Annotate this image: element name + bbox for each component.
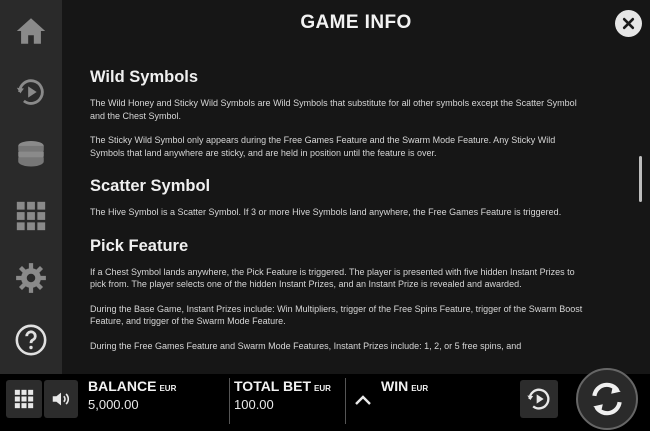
autoplay-icon [16, 79, 44, 105]
divider [229, 378, 230, 424]
win-label: WIN [381, 378, 409, 394]
section-paragraph: The Sticky Wild Symbol only appears duri… [90, 135, 556, 158]
settings-button[interactable] [11, 258, 51, 298]
total-bet-value: 100.00 [234, 397, 274, 412]
section-heading: Wild Symbols [90, 68, 199, 86]
menu-grid-icon [14, 389, 34, 409]
section-pick-feature: Pick Feature If a Chest Symbol lands any… [90, 237, 586, 353]
total-bet-display: TOTAL BET EUR 100.00 [234, 378, 331, 424]
section-paragraph: During the Base Game, Instant Prizes inc… [90, 303, 583, 327]
win-currency: EUR [411, 384, 429, 393]
section-scatter-symbol: Scatter Symbol The Hive Symbol is a Scat… [90, 177, 586, 219]
speaker-icon [52, 392, 70, 406]
help-icon [15, 324, 47, 356]
scrollbar-thumb[interactable] [639, 156, 642, 202]
section-paragraph: If a Chest Symbol lands anywhere, the Pi… [90, 266, 575, 290]
autoplay-icon [527, 388, 550, 410]
sound-button[interactable] [44, 380, 78, 418]
menu-button[interactable] [6, 380, 42, 418]
paytable-grid-icon [16, 201, 46, 231]
bet-up-button[interactable] [349, 376, 377, 424]
total-bet-currency: EUR [314, 384, 331, 393]
chevron-up-icon [355, 395, 371, 405]
autoplay-settings-button[interactable] [11, 72, 51, 112]
sidebar [0, 0, 62, 374]
game-info-panel: GAME INFO Wild Symbols The Wild Honey an… [62, 0, 650, 374]
balance-value: 5,000.00 [88, 397, 139, 412]
section-wild-symbols: Wild Symbols The Wild Honey and Sticky W… [90, 68, 586, 159]
home-icon [16, 18, 46, 44]
balance-label: BALANCE [88, 378, 157, 394]
bottom-bar: BALANCE EUR 5,000.00 TOTAL BET EUR 100.00 … [0, 368, 650, 431]
divider [345, 378, 346, 424]
win-display: WIN EUR [381, 378, 428, 424]
autoplay-button[interactable] [520, 380, 558, 418]
close-button[interactable] [615, 10, 642, 37]
section-paragraph: During the Free Games Feature and Swarm … [90, 340, 522, 351]
paytable-button[interactable] [11, 196, 51, 236]
section-heading: Pick Feature [90, 236, 189, 255]
section-heading: Scatter Symbol [90, 177, 211, 195]
total-bet-label: TOTAL BET [234, 378, 311, 394]
spin-button[interactable] [576, 368, 638, 430]
page-title: GAME INFO [300, 12, 412, 33]
section-paragraph: The Hive Symbol is a Scatter Symbol. If … [90, 207, 562, 217]
spin-arrows-icon [592, 382, 622, 416]
section-paragraph: The Wild Honey and Sticky Wild Symbols a… [90, 98, 577, 121]
close-icon [622, 17, 635, 30]
balance-display: BALANCE EUR 5,000.00 [88, 378, 176, 424]
info-content: Wild Symbols The Wild Honey and Sticky W… [90, 68, 586, 370]
help-button[interactable] [11, 320, 51, 360]
coins-icon [18, 140, 44, 167]
title-bar: GAME INFO [62, 0, 650, 46]
bet-settings-button[interactable] [11, 133, 51, 173]
settings-gear-icon [16, 263, 46, 293]
balance-currency: EUR [159, 384, 177, 393]
home-button[interactable] [11, 11, 51, 51]
